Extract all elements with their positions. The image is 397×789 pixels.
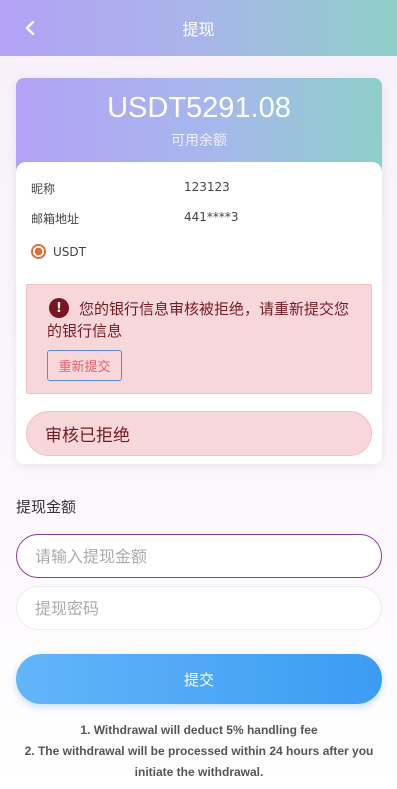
- nickname-value: 123123: [184, 180, 230, 194]
- balance-label: 可用余额: [171, 133, 227, 149]
- balance-card: USDT5291.08 可用余额 昵称 123123 邮箱地址 441****3…: [16, 78, 382, 464]
- page-title: 提现: [182, 20, 215, 39]
- email-row: 邮箱地址 441****3: [31, 210, 239, 227]
- info-panel: 昵称 123123 邮箱地址 441****3 USDT ! 您的银行信息审核被…: [16, 162, 382, 464]
- header-bar: 提现: [0, 0, 397, 56]
- email-label: 邮箱地址: [31, 212, 80, 226]
- withdrawal-notes: 1. Withdrawal will deduct 5% handling fe…: [16, 720, 382, 783]
- balance-amount: USDT5291.08: [107, 92, 291, 124]
- nickname-row: 昵称 123123: [31, 180, 230, 197]
- back-button[interactable]: [18, 16, 42, 40]
- email-value: 441****3: [184, 210, 239, 224]
- nickname-label: 昵称: [31, 182, 56, 196]
- resubmit-button[interactable]: 重新提交: [47, 350, 122, 381]
- withdraw-amount-label: 提现金额: [16, 498, 77, 516]
- usdt-coin-icon: [31, 244, 46, 259]
- status-badge: 审核已拒绝: [26, 411, 372, 456]
- note-item: 2. The withdrawal will be processed with…: [24, 744, 374, 779]
- coin-selector[interactable]: USDT: [31, 244, 86, 259]
- amount-input[interactable]: [16, 534, 382, 578]
- coin-label: USDT: [53, 244, 86, 259]
- rejection-alert: ! 您的银行信息审核被拒绝，请重新提交您的银行信息 重新提交: [26, 284, 372, 394]
- note-item: 1. Withdrawal will deduct 5% handling fe…: [80, 723, 318, 737]
- chevron-left-icon: [25, 21, 35, 35]
- withdraw-password-input[interactable]: [16, 586, 382, 630]
- alert-message: 您的银行信息审核被拒绝，请重新提交您的银行信息: [47, 300, 350, 340]
- submit-button[interactable]: 提交: [16, 654, 382, 704]
